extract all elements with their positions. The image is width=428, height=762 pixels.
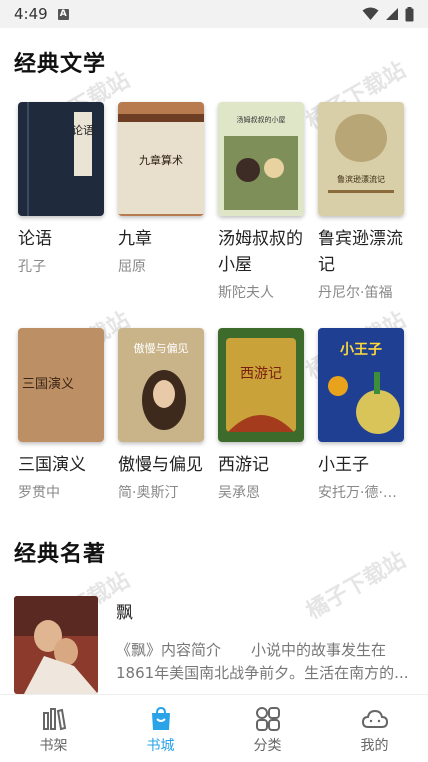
tab-label: 书城 [146,738,175,754]
cover-text: 小王子 [340,342,382,358]
category-grid-icon [255,707,280,731]
book-cover[interactable]: 傲慢与偏见 [118,328,204,442]
tab-label: 书架 [39,738,68,754]
tab-bookstore[interactable]: 书城 [107,695,214,762]
cover-text: 论语 [72,123,94,137]
book-title: 鲁宾逊漂流记 [318,229,403,275]
book-cover[interactable] [14,596,98,694]
bookshelf-icon [42,708,66,731]
book-cover[interactable]: 九章算术 [118,102,204,216]
tab-bookshelf[interactable]: 书架 [0,695,107,762]
tab-profile[interactable]: 我的 [321,695,428,762]
book-cover[interactable]: 西游记 [218,328,304,442]
book-card[interactable]: 汤姆叔叔的小屋 汤姆叔叔的小屋 斯陀夫人 [218,102,318,302]
tab-category[interactable]: 分类 [214,695,321,762]
book-title: 汤姆叔叔的小屋 [218,229,303,275]
book-cover[interactable]: 鲁滨逊漂流记 [318,102,404,216]
book-author: 孔子 [18,259,46,275]
book-author: 斯陀夫人 [218,285,274,301]
main-content[interactable]: 橘子下载站 橘子下载站 橘子下载站 橘子下载站 橘子下载站 橘子下载站 经典文学… [0,28,428,694]
signal-icon [386,8,398,20]
cover-text: 鲁滨逊漂流记 [337,174,385,184]
book-card[interactable]: 九章算术 九章 屈原 [118,102,218,302]
section-title-classic-literature: 经典文学 [14,52,107,77]
book-card[interactable]: 西游记 西游记 吴承恩 [218,328,318,502]
section-title-classic-masterpieces: 经典名著 [14,542,107,567]
cover-text: 汤姆叔叔的小屋 [237,115,286,124]
book-title: 小王子 [318,455,369,475]
cover-text: 九章算术 [139,153,183,167]
book-cover[interactable]: 论语 [18,102,104,216]
list-item[interactable]: 飘 《飘》内容简介 小说中的故事发生在1861年美国南北战争前夕。生活在南方的.… [14,596,414,694]
book-title: 傲慢与偏见 [118,455,203,475]
list-item-text: 飘 《飘》内容简介 小说中的故事发生在1861年美国南北战争前夕。生活在南方的.… [116,596,414,694]
book-title: 西游记 [218,455,269,475]
book-author: 吴承恩 [218,485,260,501]
tab-label: 我的 [360,738,389,754]
book-card[interactable]: 傲慢与偏见 傲慢与偏见 简·奥斯汀 [118,328,218,502]
book-card[interactable]: 小王子 小王子 安托万·德·圣埃克苏佩里 [318,328,418,502]
book-author: 丹尼尔·笛福 [318,285,393,301]
book-card[interactable]: 论语 论语 孔子 [18,102,118,302]
book-cover[interactable]: 三国演义 [18,328,104,442]
battery-icon [405,6,414,21]
cover-text: 三国演义 [22,376,74,392]
book-title: 三国演义 [18,455,86,475]
tab-label: 分类 [253,738,282,754]
book-card[interactable]: 鲁滨逊漂流记 鲁宾逊漂流记 丹尼尔·笛福 [318,102,418,302]
list-item-title: 飘 [116,603,133,623]
book-author: 罗贯中 [18,485,60,501]
cover-text: 傲慢与偏见 [134,341,189,355]
book-title: 论语 [18,229,52,249]
profile-cloud-icon [361,709,388,728]
notification-icon: A [57,8,69,20]
book-card[interactable]: 三国演义 三国演义 罗贯中 [18,328,118,502]
status-time: 4:49 [14,5,48,23]
book-author: 简·奥斯汀 [118,485,179,501]
book-row: 论语 论语 孔子 九章算术 九章 屈原 汤姆叔叔的小屋 汤姆叔叔的小屋 斯陀夫人… [18,102,418,302]
book-author: 屈原 [118,259,146,275]
bookstore-bag-icon [151,706,170,730]
list-item-description: 《飘》内容简介 小说中的故事发生在1861年美国南北战争前夕。生活在南方的... [116,641,409,682]
book-title: 九章 [118,229,152,249]
book-row: 三国演义 三国演义 罗贯中 傲慢与偏见 傲慢与偏见 简·奥斯汀 西游记 西游记 … [18,328,418,502]
bottom-tab-bar: 书架 书城 分类 我的 [0,694,428,762]
cover-text: 西游记 [240,366,282,382]
book-cover[interactable]: 汤姆叔叔的小屋 [218,102,304,216]
book-author: 安托万·德·圣埃克苏佩里 [318,485,410,501]
book-cover[interactable]: 小王子 [318,328,404,442]
wifi-icon [362,7,379,20]
status-bar: 4:49 A [0,0,428,28]
